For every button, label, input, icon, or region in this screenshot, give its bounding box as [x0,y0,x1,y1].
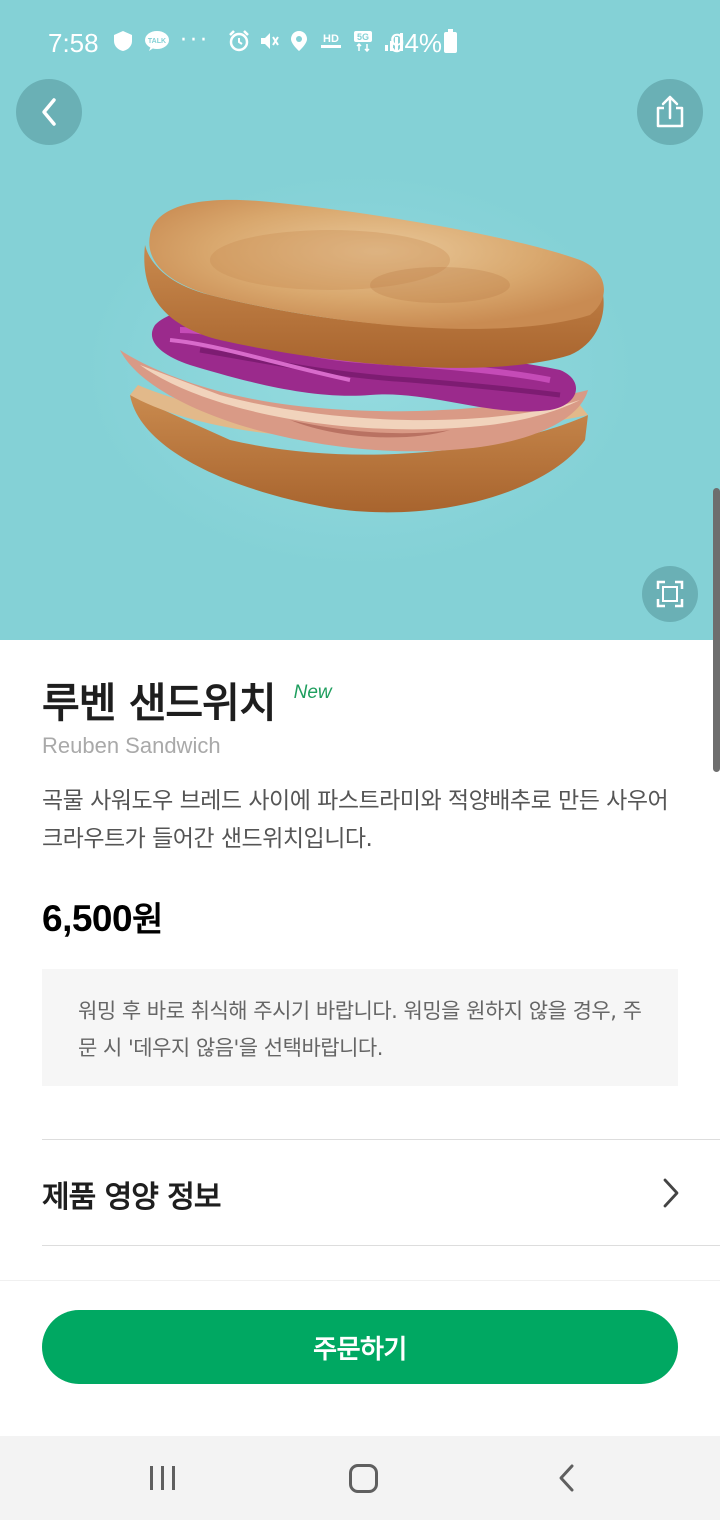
kakaotalk-icon: TALK [145,31,169,51]
status-bar: 7:58 TALK ··· HD 5G 94% [0,0,720,86]
share-button[interactable] [637,79,703,145]
product-detail-screen: 7:58 TALK ··· HD 5G 94% 루벤 샌드위치 New Reub… [0,0,720,1520]
warming-notice: 워밍 후 바로 취식해 주시기 바랍니다. 워밍을 원하지 않을 경우, 주문 … [42,969,678,1086]
kakaotalk-icon-label: TALK [148,38,166,45]
alarm-icon [229,30,249,52]
mute-icon [261,33,279,49]
battery-icon [444,29,457,53]
system-navigation-bar [0,1436,720,1520]
recent-apps-icon[interactable] [148,1464,178,1492]
chevron-right-icon [663,1178,679,1208]
expand-image-button[interactable] [642,566,698,622]
chevron-left-icon [42,98,56,126]
price-value: 6,500 [42,898,133,939]
order-bar: 주문하기 [0,1280,720,1436]
sandwich-image [120,199,604,513]
status-time: 7:58 [48,28,99,58]
5g-label: 5G [357,32,369,42]
back-icon[interactable] [556,1463,576,1493]
nutrition-info-label: 제품 영양 정보 [42,1180,221,1215]
nutrition-info-row[interactable]: 제품 영양 정보 [42,1139,720,1246]
new-badge: New [293,682,332,703]
battery-percent: 94% [390,28,443,58]
notification-icons: TALK ··· [112,30,210,52]
system-icons: HD 5G [228,30,404,52]
product-price: 6,500원 [42,892,163,941]
share-icon [656,95,684,128]
title-row: 루벤 샌드위치 New [42,676,332,730]
hd-voice-icon: HD [321,33,341,48]
location-icon [291,31,307,51]
shield-icon [114,31,132,51]
home-icon[interactable] [349,1464,378,1493]
product-hero-image[interactable]: 7:58 TALK ··· HD 5G 94% [0,0,720,640]
back-button[interactable] [16,79,82,145]
scroll-indicator[interactable] [713,488,720,772]
expand-icon [656,580,684,608]
product-description: 곡물 사워도우 브레드 사이에 파스트라미와 적양배추로 만든 사우어 크라우트… [42,788,669,852]
product-english-name: Reuben Sandwich [42,733,221,758]
5g-icon: 5G [354,31,372,52]
product-name: 루벤 샌드위치 [42,679,277,727]
order-button[interactable]: 주문하기 [42,1310,678,1384]
more-dots-icon: ··· [180,28,210,53]
price-currency: 원 [132,900,163,940]
hd-voice-label: HD [323,33,339,45]
